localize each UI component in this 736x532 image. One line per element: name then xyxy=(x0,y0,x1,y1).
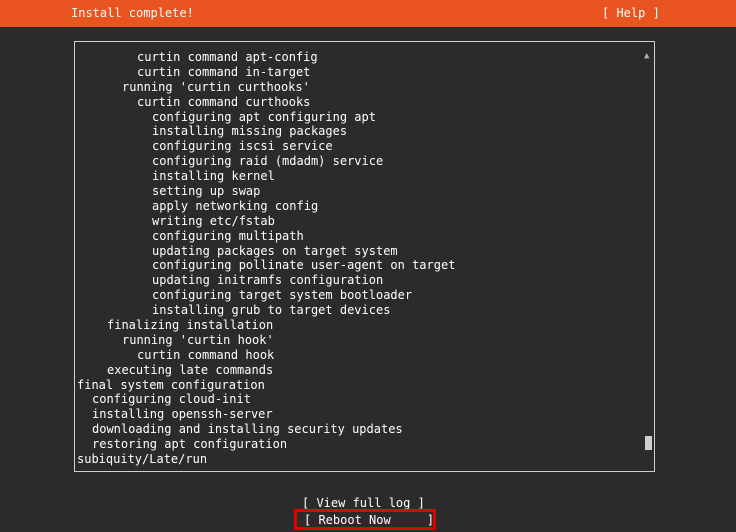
log-line: installing grub to target devices xyxy=(152,303,391,318)
log-line: installing openssh-server xyxy=(92,407,273,422)
log-line: curtin command in-target xyxy=(137,64,311,79)
log-line: executing late commands xyxy=(107,362,274,377)
reboot-now-label: [ Reboot Now ] xyxy=(304,513,435,527)
log-line: downloading and installing security upda… xyxy=(92,422,403,437)
log-line: final system configuration xyxy=(77,377,265,392)
reboot-now-button[interactable]: [ Reboot Now ] xyxy=(294,509,436,530)
log-line: installing missing packages xyxy=(152,124,348,139)
log-line: installing kernel xyxy=(152,169,275,184)
installer-screen: Install complete! [ Help ] curtin comman… xyxy=(0,0,736,532)
log-line: configuring cloud-init xyxy=(92,392,251,407)
log-line: restoring apt configuration xyxy=(92,437,288,452)
scrollbar-thumb[interactable] xyxy=(645,436,652,450)
log-line: curtin command hook xyxy=(137,347,275,362)
install-log-lines: curtin command apt-config curtin command … xyxy=(77,50,455,467)
log-line: finalizing installation xyxy=(107,318,274,333)
log-line: curtin command curthooks xyxy=(137,94,311,109)
log-line: running 'curtin hook' xyxy=(122,332,274,347)
log-line: configuring target system bootloader xyxy=(152,288,413,303)
help-button[interactable]: [ Help ] xyxy=(602,0,660,27)
log-line: setting up swap xyxy=(152,184,261,199)
log-line: updating packages on target system xyxy=(152,243,398,258)
scroll-up-arrow-icon[interactable]: ▲ xyxy=(644,50,649,62)
log-line: writing etc/fstab xyxy=(152,213,275,228)
log-line: configuring raid (mdadm) service xyxy=(152,154,384,169)
log-line: configuring pollinate user-agent on targ… xyxy=(152,258,456,273)
log-line: curtin command apt-config xyxy=(137,50,318,64)
header-title: Install complete! xyxy=(71,6,194,20)
log-line: running 'curtin curthooks' xyxy=(122,79,310,94)
log-line: apply networking config xyxy=(152,198,319,213)
log-line: configuring multipath xyxy=(152,228,304,243)
log-line: subiquity/Late/run xyxy=(77,452,208,467)
log-line: configuring apt configuring apt xyxy=(152,109,376,124)
log-line: configuring iscsi service xyxy=(152,139,333,154)
log-line: updating initramfs configuration xyxy=(152,273,384,288)
header-bar: Install complete! [ Help ] xyxy=(0,0,736,27)
